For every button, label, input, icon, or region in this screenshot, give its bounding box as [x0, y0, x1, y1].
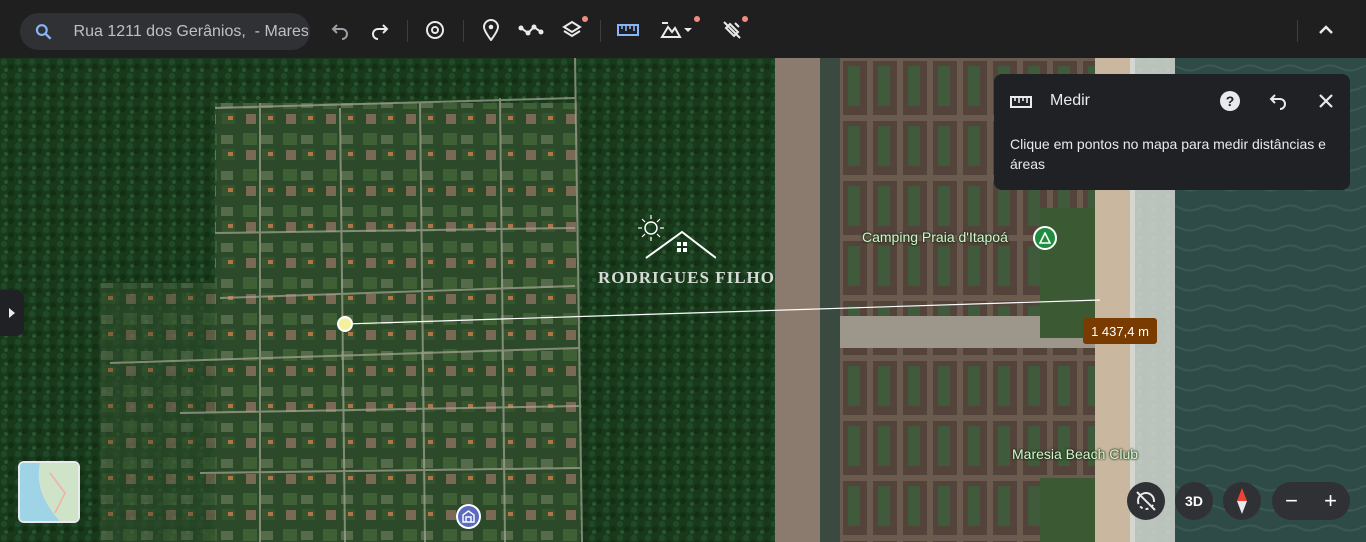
measure-panel: Medir ? Clique em pontos no mapa para me… — [994, 74, 1350, 190]
satellite-off-icon — [723, 21, 741, 39]
zoom-out-button[interactable]: − — [1272, 487, 1311, 515]
tilt-off-icon — [1136, 491, 1156, 511]
redo-icon — [372, 24, 389, 40]
undo-icon — [331, 24, 348, 40]
watermark-logo — [638, 215, 716, 259]
view-3d-button[interactable]: 3D — [1175, 482, 1213, 520]
camping-label[interactable]: Camping Praia d'Itapoá — [862, 229, 1008, 245]
satellite-off-button[interactable] — [718, 16, 748, 44]
ruler-icon — [617, 24, 639, 36]
layers-button[interactable] — [558, 16, 588, 44]
collapse-button[interactable] — [1312, 16, 1340, 44]
watermark-text: RODRIGUES FILHO — [598, 268, 775, 287]
svg-text:?: ? — [1226, 93, 1235, 109]
elevation-icon — [660, 22, 682, 38]
path-button[interactable] — [517, 16, 545, 44]
search-input[interactable] — [71, 21, 310, 42]
close-button[interactable] — [1314, 89, 1338, 113]
help-icon: ? — [1220, 91, 1240, 111]
close-icon — [1319, 94, 1333, 108]
undo-icon — [1269, 94, 1286, 110]
beach-club-label[interactable]: Maresia Beach Club — [1012, 446, 1138, 462]
measure-point — [337, 316, 353, 332]
history-button[interactable] — [421, 16, 449, 44]
history-icon — [426, 21, 444, 39]
dropdown-icon — [684, 28, 692, 32]
top-toolbar — [0, 0, 1366, 58]
zoom-in-button[interactable]: + — [1311, 487, 1350, 515]
ruler-button[interactable] — [614, 16, 642, 44]
minimap-image — [20, 463, 78, 521]
panel-undo-button[interactable] — [1266, 89, 1290, 113]
place-icon[interactable] — [456, 504, 481, 529]
camping-icon[interactable] — [1033, 226, 1057, 250]
elevation-button[interactable] — [654, 16, 700, 44]
pin-button[interactable] — [477, 16, 505, 44]
compass-button[interactable] — [1223, 482, 1261, 520]
redo-button[interactable] — [366, 16, 394, 44]
path-icon — [518, 24, 544, 36]
search-icon[interactable] — [34, 22, 54, 42]
zoom-control: − + — [1272, 482, 1350, 520]
pin-icon — [482, 19, 500, 41]
reset-tilt-button[interactable] — [1127, 482, 1165, 520]
layers-icon — [562, 20, 582, 38]
collapse-icon — [1319, 25, 1333, 34]
help-button[interactable]: ? — [1218, 89, 1242, 113]
undo-button[interactable] — [326, 16, 354, 44]
measurement-label: 1 437,4 m — [1083, 318, 1157, 344]
compass-icon — [1237, 488, 1247, 514]
minimap-thumbnail[interactable] — [18, 461, 80, 523]
chevron-right-icon — [9, 308, 15, 318]
ruler-icon — [1010, 96, 1032, 108]
expand-sidebar-button[interactable] — [0, 290, 24, 336]
search-box[interactable] — [20, 13, 310, 50]
panel-title: Medir — [1050, 92, 1091, 109]
panel-description: Clique em pontos no mapa para medir dist… — [1010, 136, 1326, 172]
